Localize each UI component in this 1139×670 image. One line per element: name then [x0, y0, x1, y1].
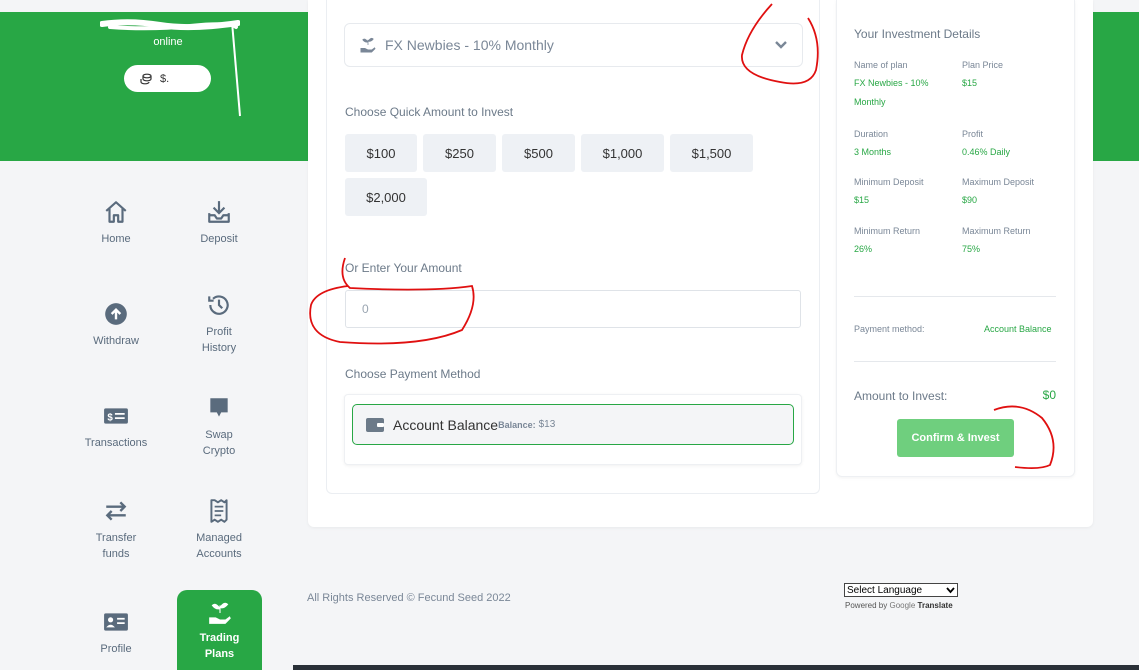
sidebar-item-profile[interactable]: Profile: [66, 609, 166, 657]
divider: [854, 296, 1056, 297]
language-select[interactable]: Select Language: [844, 583, 958, 597]
quick-amount-1500[interactable]: $1,500: [670, 134, 753, 172]
google-logo: Google: [889, 601, 916, 610]
quick-amount-500[interactable]: $500: [502, 134, 575, 172]
id-card-icon: [104, 613, 128, 631]
sidebar-item-home[interactable]: Home: [66, 199, 166, 247]
powered-by-google-translate[interactable]: Powered by Google Translate: [845, 601, 953, 610]
payment-option-account-balance[interactable]: Account Balance Balance: $13: [352, 404, 794, 445]
plan-name-value: FX Newbies - 10% Monthly: [854, 78, 929, 107]
amount-to-invest-value: $0: [1042, 388, 1056, 402]
duration-label: Duration: [854, 129, 889, 139]
payment-balance-label: Balance:: [498, 419, 536, 430]
chevron-down-icon: [946, 586, 955, 593]
divider: [854, 361, 1056, 362]
details-title: Your Investment Details: [854, 27, 981, 41]
arrow-up-circle-icon: [105, 303, 127, 325]
plan-name-label: Name of plan: [854, 60, 908, 70]
sidebar-item-profit-history[interactable]: Profit History: [169, 292, 269, 356]
max-deposit-label: Maximum Deposit: [962, 177, 1035, 187]
transfer-icon: [105, 501, 127, 521]
payment-method-label: Choose Payment Method: [345, 367, 481, 381]
selected-plan: FX Newbies - 10% Monthly: [385, 37, 554, 53]
wallet-icon: [366, 417, 384, 432]
min-return-value: 26%: [854, 244, 873, 254]
plant-hand-icon: [208, 602, 231, 624]
chat-icon: [210, 398, 228, 417]
profit-value: 0.46% Daily: [962, 147, 1011, 157]
max-deposit-value: $90: [962, 195, 978, 205]
quick-amount-1000[interactable]: $1,000: [581, 134, 664, 172]
min-return-label: Minimum Return: [854, 226, 921, 236]
money-icon: $: [104, 408, 128, 424]
redacted-username: [100, 19, 240, 31]
payment-method-detail-label: Payment method:: [854, 324, 925, 334]
bottom-bar: [293, 665, 1139, 670]
quick-amount-100[interactable]: $100: [345, 134, 417, 172]
sidebar-item-transactions[interactable]: $ Transactions: [66, 403, 166, 451]
duration-value: 3 Months: [854, 147, 892, 157]
plan-price-label: Plan Price: [962, 60, 1004, 70]
receipt-icon: [210, 499, 228, 523]
history-icon: [208, 295, 229, 315]
sidebar-item-managed-accounts[interactable]: Managed Accounts: [169, 498, 269, 562]
investment-details-card: [836, 0, 1075, 477]
balance-pill[interactable]: $.: [124, 65, 211, 92]
min-deposit-value: $15: [854, 195, 870, 205]
enter-amount-label: Or Enter Your Amount: [345, 261, 462, 275]
plan-select[interactable]: FX Newbies - 10% Monthly: [344, 23, 803, 67]
balance-value: $.: [160, 72, 170, 85]
white-scribble-stroke: [231, 21, 241, 117]
payment-option-name: Account Balance: [393, 416, 499, 433]
amount-to-invest-label: Amount to Invest:: [854, 389, 948, 403]
coins-icon: [140, 73, 152, 84]
online-status: online: [153, 36, 183, 48]
plan-price-value: $15: [962, 78, 978, 88]
sidebar-item-withdraw[interactable]: Withdraw: [66, 301, 166, 349]
max-return-value: 75%: [962, 244, 981, 254]
profit-label: Profit: [962, 129, 984, 139]
sidebar-item-trading-plans[interactable]: Trading Plans: [177, 590, 262, 670]
sidebar-item-swap-crypto[interactable]: Swap Crypto: [169, 395, 269, 459]
sidebar-item-transfer-funds[interactable]: Transfer funds: [66, 498, 166, 562]
sidebar-item-deposit[interactable]: Deposit: [169, 199, 269, 247]
confirm-invest-button[interactable]: Confirm & Invest: [897, 419, 1014, 457]
max-return-label: Maximum Return: [962, 226, 1031, 236]
quick-amount-label: Choose Quick Amount to Invest: [345, 105, 514, 119]
payment-balance-value: $13: [538, 419, 556, 430]
amount-input[interactable]: [345, 290, 801, 328]
plant-hand-icon: [360, 37, 376, 53]
home-icon: [105, 201, 127, 223]
chevron-down-icon: [775, 41, 787, 49]
svg-text:$: $: [107, 412, 113, 423]
quick-amount-250[interactable]: $250: [423, 134, 496, 172]
payment-method-detail-value: Account Balance: [984, 324, 1052, 334]
download-icon: [208, 201, 230, 223]
quick-amount-2000[interactable]: $2,000: [345, 178, 427, 216]
min-deposit-label: Minimum Deposit: [854, 177, 924, 187]
footer-copyright: All Rights Reserved © Fecund Seed 2022: [307, 592, 511, 604]
